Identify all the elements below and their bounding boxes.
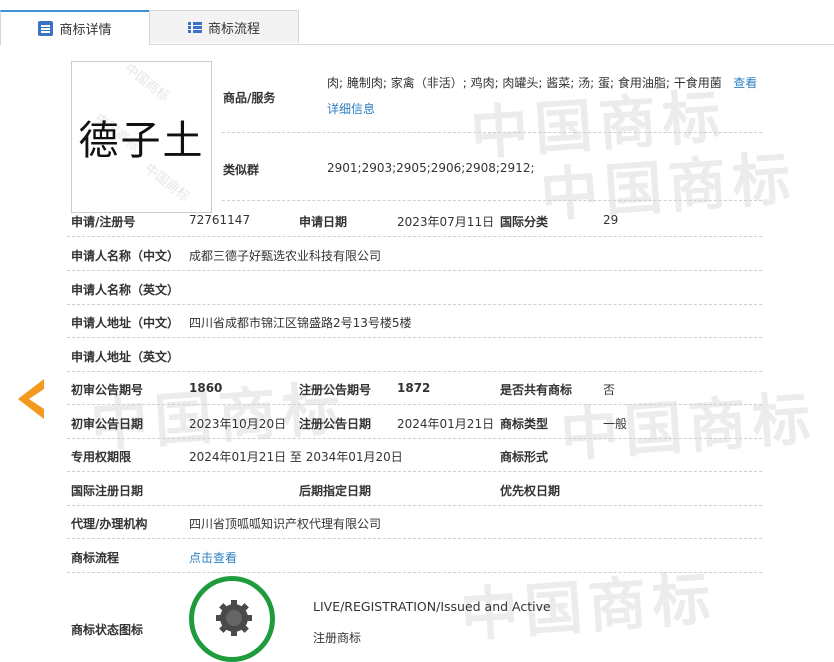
background-watermark: 中国商标	[558, 384, 819, 470]
prelim-pub-no-value: 1860	[189, 381, 223, 395]
tab-trademark-process[interactable]: 商标流程	[149, 10, 299, 43]
row-divider	[222, 132, 762, 133]
address-en-label: 申请人地址（英文）	[71, 350, 180, 364]
row-divider	[67, 371, 762, 372]
tab-label: 商标流程	[207, 21, 260, 37]
reg-pub-date-value: 2024年01月21日	[397, 417, 495, 431]
priority-date-label: 优先权日期	[500, 484, 561, 498]
registered-status-icon	[189, 576, 275, 662]
list-flow-icon	[187, 21, 202, 34]
shared-mark-label: 是否共有商标	[500, 383, 573, 397]
row-divider	[67, 337, 762, 338]
intl-reg-date-label: 国际注册日期	[71, 484, 144, 498]
row-divider	[67, 438, 762, 439]
intl-class-value: 29	[603, 213, 619, 227]
similar-group-label: 类似群	[223, 163, 260, 177]
goods-services-value: 肉; 腌制肉; 家禽（非活）; 鸡肉; 肉罐头; 酱菜; 汤; 蛋; 食用油脂;…	[327, 70, 767, 122]
tab-bar: 商标详情 商标流程	[0, 0, 834, 45]
agent-value: 四川省顶呱呱知识产权代理有限公司	[189, 517, 382, 531]
trademark-image: 中国商标 中国商标 中国商标 德子土	[71, 61, 212, 213]
gear-seal-icon	[216, 600, 252, 636]
image-watermark: 中国商标	[121, 61, 172, 105]
reg-pub-no-label: 注册公告期号	[299, 383, 372, 397]
goods-services-text: 肉; 腌制肉; 家禽（非活）; 鸡肉; 肉罐头; 酱菜; 汤; 蛋; 食用油脂;…	[327, 76, 722, 90]
intl-class-label: 国际分类	[500, 215, 549, 229]
applicant-cn-value: 成都三德子好甄选农业科技有限公司	[189, 249, 382, 263]
exclusive-period-label: 专用权期限	[71, 450, 132, 464]
exclusive-period-value: 2024年01月21日 至 2034年01月20日	[189, 450, 403, 464]
status-icon-label: 商标状态图标	[71, 623, 144, 637]
app-date-value: 2023年07月11日	[397, 215, 495, 229]
process-label: 商标流程	[71, 551, 120, 565]
list-detail-icon	[38, 21, 54, 36]
reg-no-value: 72761147	[189, 213, 251, 227]
mark-type-value: 一般	[603, 417, 628, 431]
goods-services-label: 商品/服务	[223, 91, 276, 105]
view-process-link[interactable]: 点击查看	[189, 549, 237, 566]
previous-arrow-icon[interactable]	[18, 379, 44, 419]
row-divider	[67, 404, 762, 405]
row-divider	[67, 270, 762, 271]
row-divider	[67, 505, 762, 506]
address-cn-label: 申请人地址（中文）	[71, 316, 180, 330]
tab-label: 商标详情	[59, 23, 112, 38]
reg-pub-date-label: 注册公告日期	[299, 417, 372, 431]
reg-no-label: 申请/注册号	[71, 215, 136, 229]
prelim-pub-date-value: 2023年10月20日	[189, 417, 287, 431]
background-watermark: 中国商标	[538, 144, 799, 230]
trademark-text: 德子土	[78, 118, 205, 164]
tab-trademark-detail[interactable]: 商标详情	[0, 10, 150, 45]
agent-label: 代理/办理机构	[71, 517, 148, 531]
applicant-en-label: 申请人名称（英文）	[71, 283, 180, 297]
row-divider	[222, 200, 762, 201]
row-divider	[67, 304, 762, 305]
status-en-text: LIVE/REGISTRATION/Issued and Active	[313, 599, 551, 614]
reg-pub-no-value: 1872	[397, 381, 431, 395]
later-designation-date-label: 后期指定日期	[299, 484, 372, 498]
row-divider	[67, 471, 762, 472]
prelim-pub-no-label: 初审公告期号	[71, 383, 144, 397]
prelim-pub-date-label: 初审公告日期	[71, 417, 144, 431]
shared-mark-value: 否	[603, 383, 616, 397]
row-divider	[67, 572, 762, 573]
status-cn-text: 注册商标	[313, 631, 362, 645]
mark-form-label: 商标形式	[500, 450, 549, 464]
row-divider	[67, 538, 762, 539]
applicant-cn-label: 申请人名称（中文）	[71, 249, 180, 263]
similar-group-value: 2901;2903;2905;2906;2908;2912;	[327, 161, 535, 175]
app-date-label: 申请日期	[299, 215, 348, 229]
row-divider	[67, 236, 762, 237]
address-cn-value: 四川省成都市锦江区锦盛路2号13号楼5楼	[189, 316, 412, 330]
mark-type-label: 商标类型	[500, 417, 549, 431]
